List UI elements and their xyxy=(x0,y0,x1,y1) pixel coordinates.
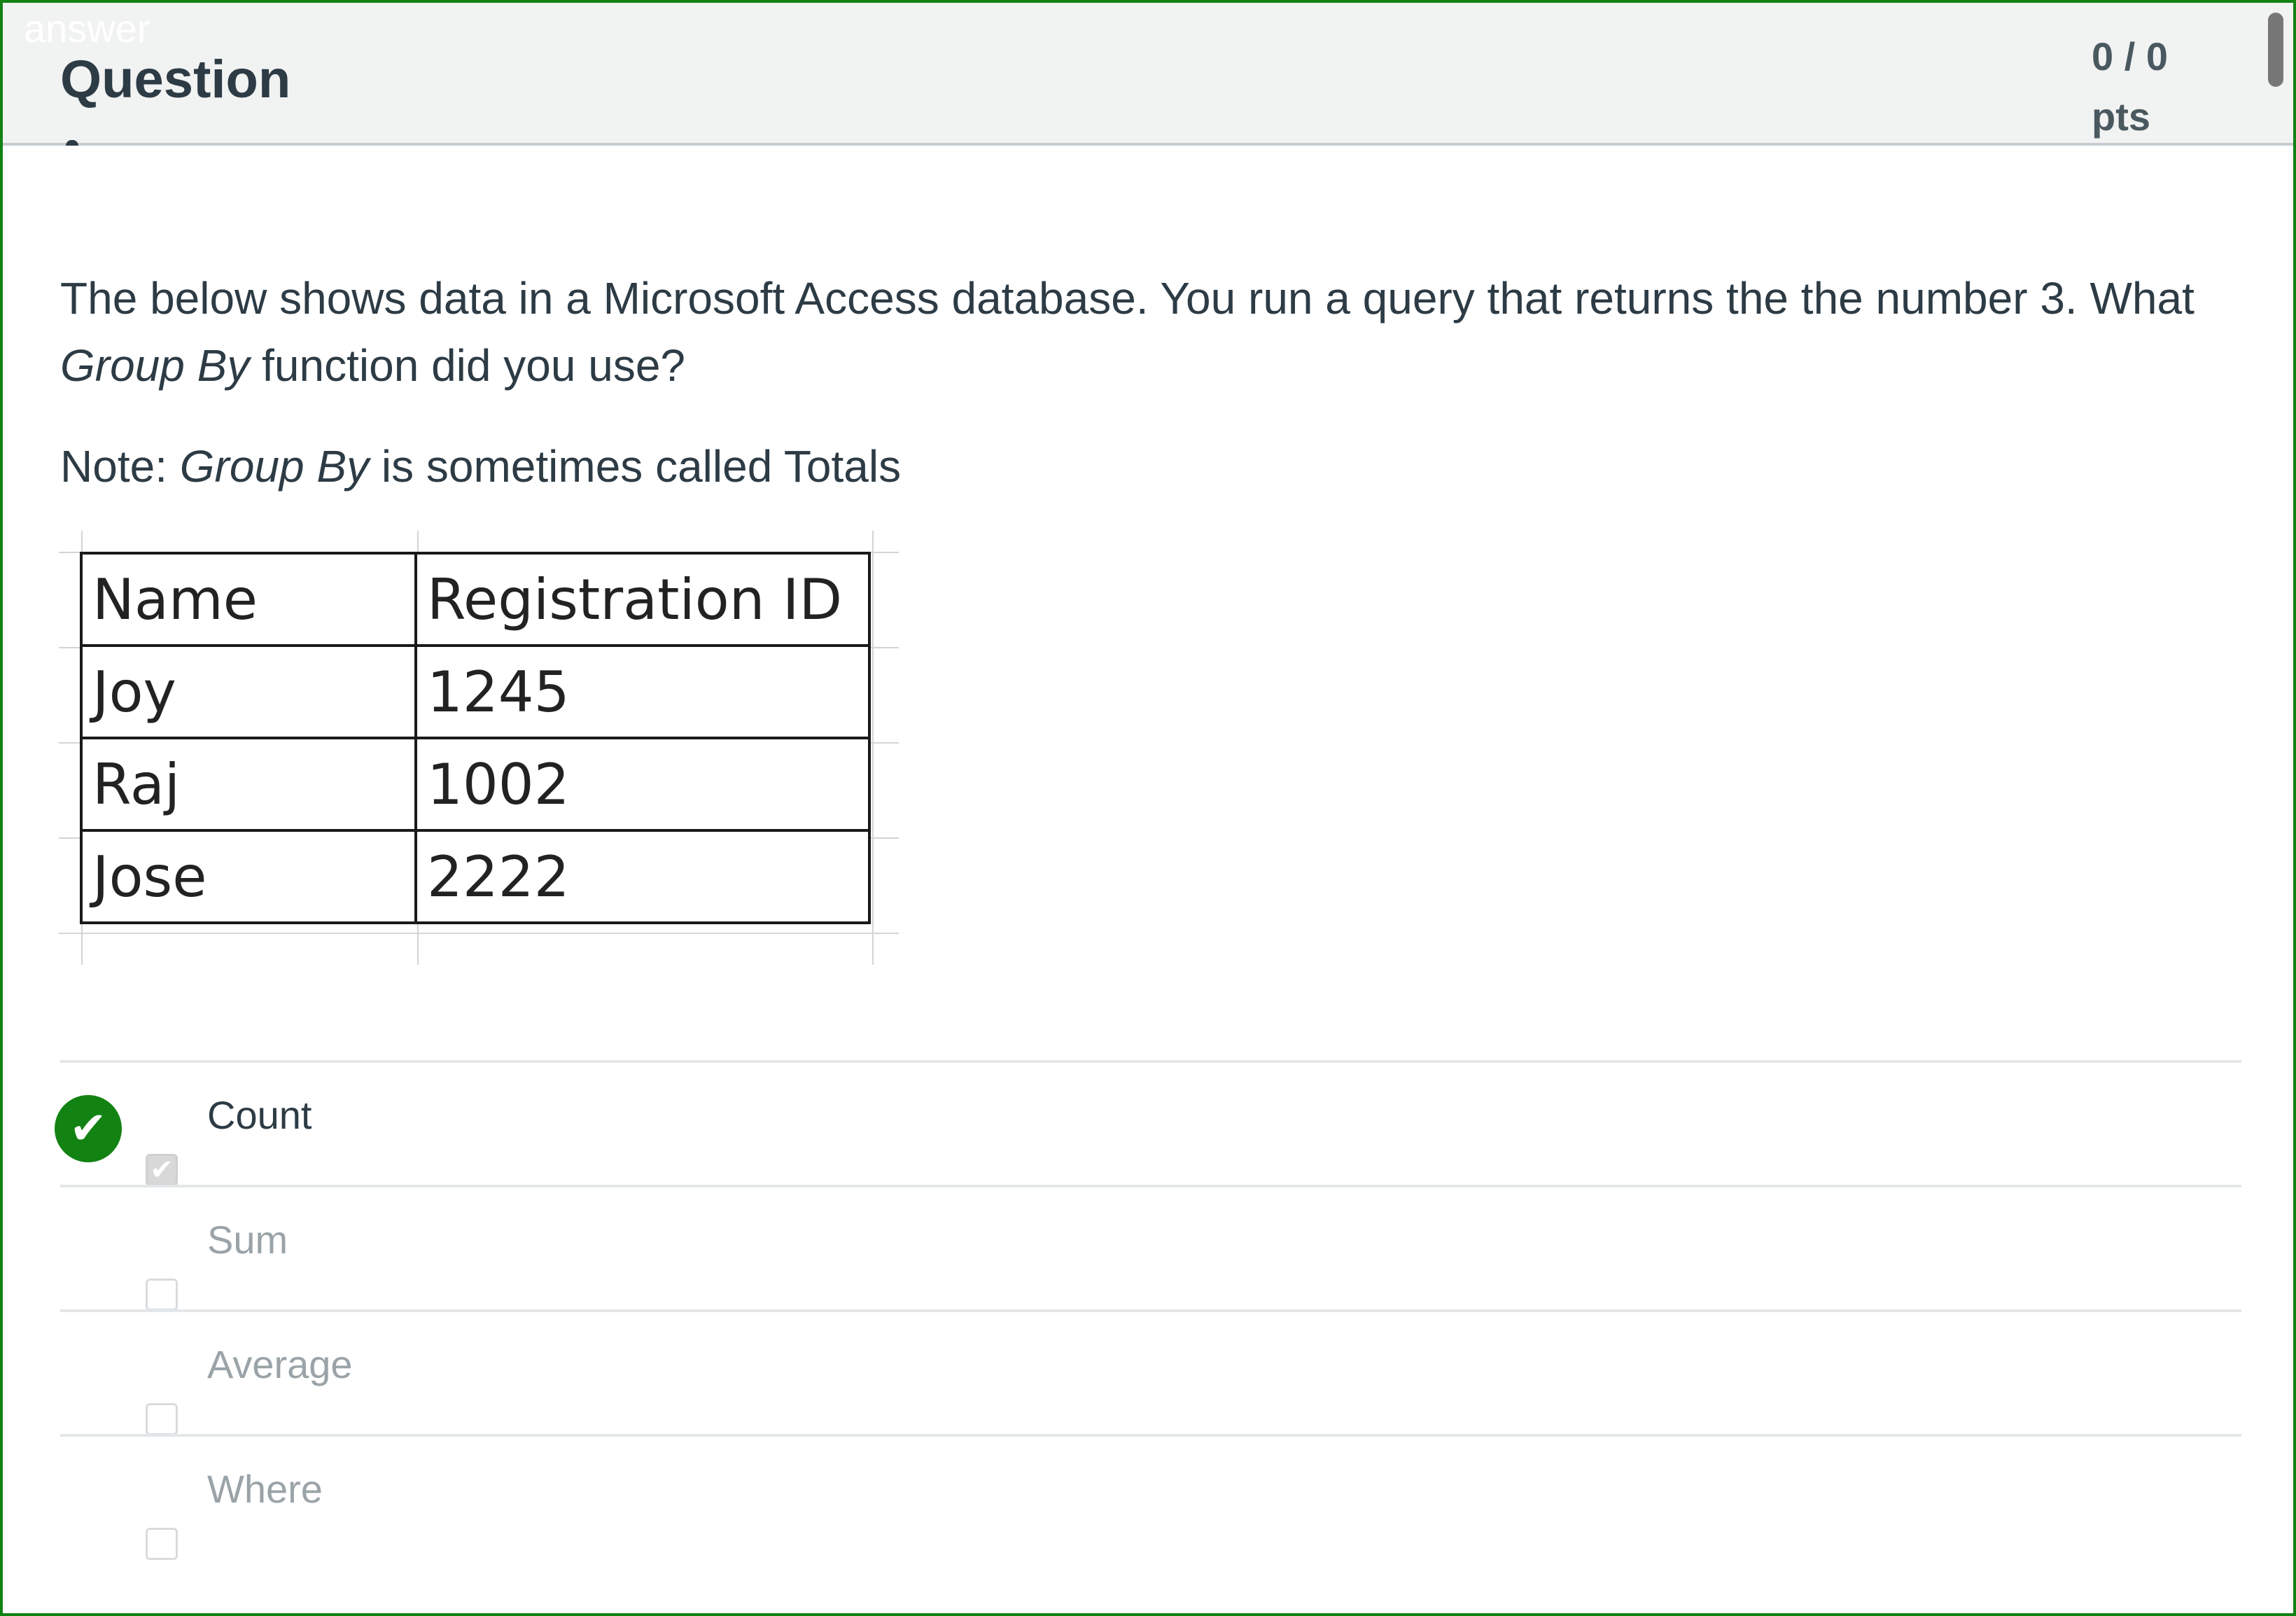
answer-option-where[interactable]: Where xyxy=(60,1434,2241,1577)
answer-label: Count xyxy=(207,1093,312,1137)
question-header: answer Question 0 / 0 pts xyxy=(3,3,2293,146)
question-text-end: function did you use? xyxy=(249,340,685,391)
quiz-question-panel: answer Question 0 / 0 pts The below show… xyxy=(0,0,2296,1616)
question-text: The below shows data in a Microsoft Acce… xyxy=(60,265,2244,399)
question-number-fragment xyxy=(66,140,78,146)
question-text-emphasis: Group By xyxy=(60,340,250,391)
checkmark-icon: ✔ xyxy=(150,1155,174,1185)
answer-option-count[interactable]: ✔ Count ✔ xyxy=(55,1060,2241,1186)
answer-label: Sum xyxy=(207,1218,288,1262)
table-row: Raj 1002 xyxy=(80,737,871,832)
table-row: Jose 2222 xyxy=(80,829,871,924)
column-header-registration-id: Registration ID xyxy=(414,552,871,647)
note-suffix: is sometimes called Totals xyxy=(369,441,902,492)
answer-label: Average xyxy=(207,1342,353,1386)
answer-checkbox[interactable] xyxy=(146,1528,178,1560)
points-value: 0 / 0 xyxy=(2092,34,2168,78)
note-emphasis: Group By xyxy=(179,441,370,492)
answer-option-sum[interactable]: Sum xyxy=(60,1185,2241,1311)
answer-options: ✔ Count ✔ Sum Average Where xyxy=(55,1060,2241,1577)
data-table: Name Registration ID Joy 1245 Raj 1002 J… xyxy=(80,552,871,924)
table-cell: 1002 xyxy=(414,737,871,832)
answer-checkbox[interactable] xyxy=(146,1279,178,1311)
table-row: Joy 1245 xyxy=(80,644,871,739)
table-cell: Raj xyxy=(80,737,417,832)
question-note: Note: Group By is sometimes called Total… xyxy=(60,433,901,500)
answer-label: Where xyxy=(207,1467,323,1511)
table-cell: 1245 xyxy=(414,644,871,739)
table-cell: Joy xyxy=(80,644,417,739)
column-header-name: Name xyxy=(80,552,417,647)
answer-overlay-label: answer xyxy=(24,6,150,50)
answer-checkbox[interactable] xyxy=(146,1403,178,1435)
spreadsheet-image: Name Registration ID Joy 1245 Raj 1002 J… xyxy=(59,531,899,965)
table-header-row: Name Registration ID xyxy=(80,552,871,647)
table-cell: 2222 xyxy=(414,829,871,924)
sheet-gridline xyxy=(872,531,874,965)
question-title: Question xyxy=(60,50,291,109)
points-unit: pts xyxy=(2092,95,2150,139)
sheet-gridline xyxy=(59,933,899,934)
note-prefix: Note: xyxy=(60,441,180,492)
answer-checkbox[interactable]: ✔ xyxy=(146,1154,178,1186)
question-text-start: The below shows data in a Microsoft Acce… xyxy=(60,273,2194,323)
answer-option-average[interactable]: Average xyxy=(60,1309,2241,1435)
correct-answer-check-icon: ✔ xyxy=(55,1095,122,1162)
table-cell: Jose xyxy=(80,829,417,924)
scrollbar-thumb[interactable] xyxy=(2268,13,2283,87)
